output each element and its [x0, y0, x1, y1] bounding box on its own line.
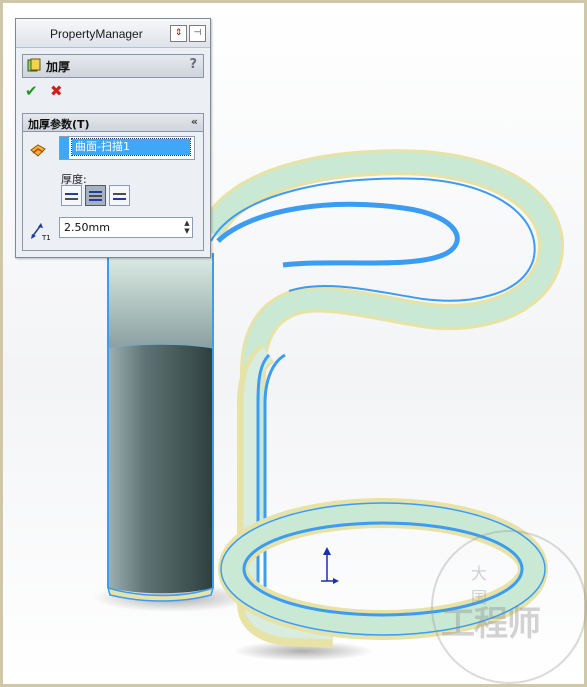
thickness-dimension-icon: T1 [31, 223, 51, 241]
help-icon[interactable]: ? [189, 57, 197, 72]
selected-surface-item[interactable]: 曲面-扫描1 [71, 138, 191, 156]
thicken-parameters-header[interactable]: 加厚参数(T) « [23, 114, 203, 132]
display-split-icon[interactable]: ⇕ [170, 25, 187, 42]
loop-edge [256, 353, 334, 629]
surface-selection-icon [30, 144, 46, 157]
property-manager-panel: PropertyManager ⇕ ⊣ 加厚 ? ✔ ✖ 加厚参数(T) « 曲… [15, 18, 211, 258]
thicken-feature-icon [27, 58, 41, 72]
pillar-highlight [108, 245, 213, 348]
thickness-input[interactable]: 2.50mm [59, 217, 193, 238]
thicken-both-sides-button[interactable] [85, 185, 106, 206]
watermark-seal: 大 国 工程师 [431, 530, 587, 684]
loop-inner-edge [263, 353, 286, 593]
thicken-parameters-group: 加厚参数(T) « 曲面-扫描1 厚度: T1 2.50mm ▲ ▼ [22, 113, 204, 251]
triad-arrow [323, 547, 331, 555]
window-frame: PropertyManager ⇕ ⊣ 加厚 ? ✔ ✖ 加厚参数(T) « 曲… [0, 0, 587, 687]
ok-button[interactable]: ✔ [25, 83, 41, 99]
property-manager-header: PropertyManager ⇕ ⊣ [16, 19, 210, 48]
collapse-chevron-icon[interactable]: « [191, 115, 198, 128]
group-title: 加厚参数(T) [28, 118, 90, 131]
cancel-button[interactable]: ✖ [50, 83, 66, 99]
selection-focus-marker [60, 137, 69, 159]
watermark-main-text: 工程师 [441, 604, 541, 644]
feature-title-bar: 加厚 ? [22, 54, 204, 78]
pin-icon[interactable]: ⊣ [189, 25, 206, 42]
thicken-side-1-button[interactable] [61, 185, 82, 206]
thickness-spinner[interactable]: ▲ ▼ [182, 219, 192, 236]
thicken-side-2-button[interactable] [109, 185, 130, 206]
feature-title: 加厚 [46, 60, 71, 74]
surface-selection-list[interactable]: 曲面-扫描1 [59, 136, 195, 160]
svg-text:T1: T1 [41, 234, 51, 241]
property-manager-title: PropertyManager [50, 27, 143, 41]
thickness-side-buttons [61, 185, 130, 206]
upper-loop-inner-edge [216, 201, 460, 268]
